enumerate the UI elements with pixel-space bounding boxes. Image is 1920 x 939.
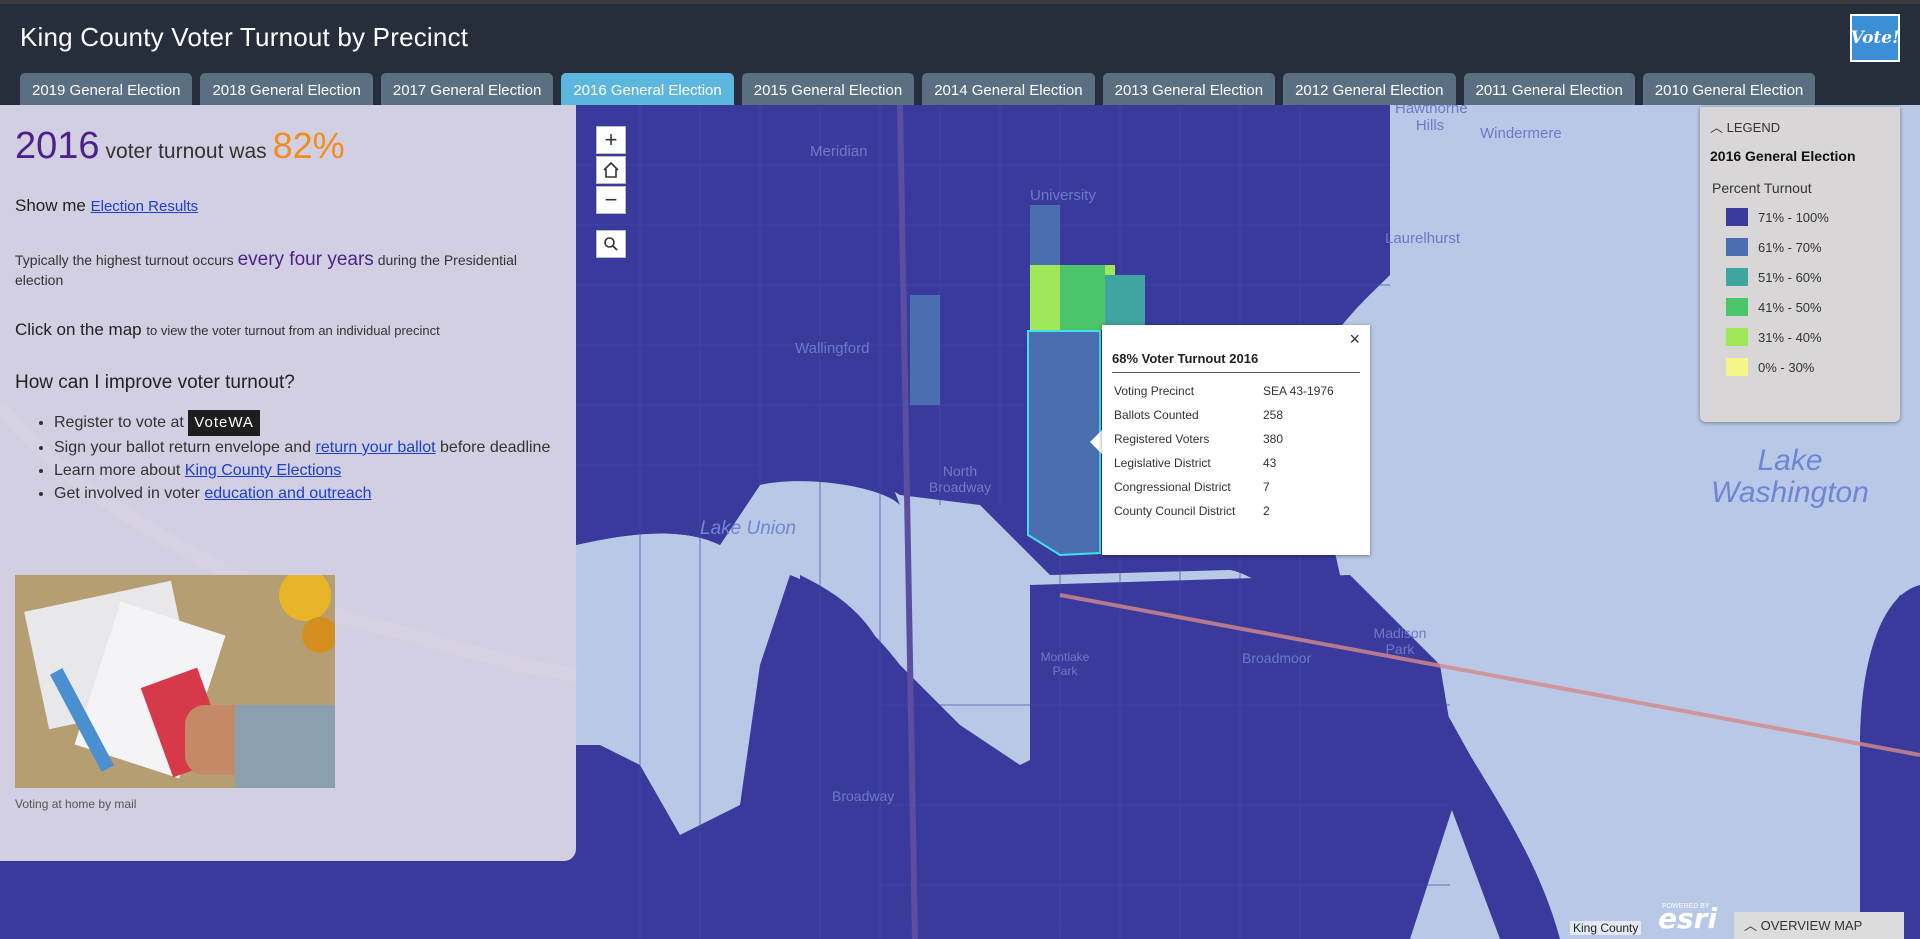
chevron-up-icon: ︿: [1744, 918, 1758, 933]
table-row: Registered Voters 380: [1114, 432, 1284, 446]
home-icon: [603, 161, 619, 178]
precinct-polygon[interactable]: [1060, 265, 1105, 330]
turnout-percent: 82%: [272, 125, 345, 166]
tab-2012[interactable]: 2012 General Election: [1283, 73, 1456, 109]
return-ballot-link[interactable]: return your ballot: [316, 439, 436, 456]
list-item: Get involved in voter education and outr…: [54, 483, 561, 505]
university-label: University: [1030, 187, 1096, 204]
home-button[interactable]: [596, 156, 626, 184]
app-header: King County Voter Turnout by Precinct Vo…: [0, 0, 1920, 109]
legend-header[interactable]: ︿ LEGEND: [1710, 117, 1890, 136]
every-four-years: every four years: [237, 249, 374, 270]
click-map-instructions: Click on the map to view the voter turno…: [15, 320, 440, 339]
montlake-park-label: Montlake Park: [1040, 650, 1090, 678]
table-row: County Council District 2: [1114, 504, 1270, 518]
legend-item: 71% - 100%: [1726, 208, 1890, 226]
turnout-headline: 2016 voter turnout was 82%: [15, 125, 561, 168]
education-outreach-link[interactable]: education and outreach: [204, 485, 371, 502]
close-icon[interactable]: ×: [1349, 329, 1360, 350]
laurelhurst-label: Laurelhurst: [1385, 230, 1461, 247]
map-attribution: King County: [1570, 921, 1642, 935]
north-broadway-label: North Broadway: [928, 463, 992, 495]
page-title: King County Voter Turnout by Precinct: [20, 22, 469, 52]
precinct-polygon[interactable]: [1105, 275, 1145, 330]
election-tabs: 2019 General Election 2018 General Elect…: [20, 73, 1816, 109]
vote-by-mail-photo: [15, 575, 335, 788]
legend-item: 61% - 70%: [1726, 238, 1890, 256]
table-row: Voting Precinct SEA 43-1976: [1114, 384, 1334, 398]
legend-item: 41% - 50%: [1726, 298, 1890, 316]
esri-logo: esri: [1658, 902, 1718, 935]
king-county-elections-link[interactable]: King County Elections: [185, 462, 342, 479]
election-results-link[interactable]: Election Results: [91, 198, 199, 215]
legend-item: 31% - 40%: [1726, 328, 1890, 346]
turnout-text: voter turnout was: [105, 140, 267, 163]
improve-heading: How can I improve voter turnout?: [15, 372, 295, 393]
show-me-label: Show me: [15, 196, 86, 215]
table-row: Ballots Counted 258: [1114, 408, 1284, 422]
wallingford-label: Wallingford: [795, 340, 870, 357]
tab-2014[interactable]: 2014 General Election: [922, 73, 1095, 109]
popup-table: Voting Precinct SEA 43-1976 Ballots Count…: [1112, 379, 1336, 523]
hawthorne-hills-label: Hawthorne Hills: [1395, 105, 1468, 134]
meridian-label: Meridian: [810, 143, 868, 160]
precinct-polygon[interactable]: [910, 295, 940, 405]
zoom-out-button[interactable]: −: [596, 186, 626, 214]
broadmoor-label: Broadmoor: [1242, 650, 1312, 666]
tab-2013[interactable]: 2013 General Election: [1102, 73, 1276, 109]
legend-panel: ︿ LEGEND 2016 General Election Percent T…: [1700, 107, 1900, 422]
legend-item: 0% - 30%: [1726, 358, 1890, 376]
photo-caption: Voting at home by mail: [15, 797, 137, 811]
search-button[interactable]: [596, 230, 626, 258]
windermere-label: Windermere: [1480, 125, 1562, 142]
tab-2018[interactable]: 2018 General Election: [200, 73, 373, 109]
legend-item: 51% - 60%: [1726, 268, 1890, 286]
popup-pointer: [1090, 430, 1102, 454]
votewa-link[interactable]: VoteWA: [188, 410, 260, 436]
table-row: Legislative District 43: [1114, 456, 1277, 470]
typical-turnout-text: Typically the highest turnout occurs eve…: [15, 249, 517, 289]
legend-subtitle: 2016 General Election: [1710, 148, 1856, 164]
list-item: Learn more about King County Elections: [54, 460, 561, 482]
show-me-line: Show me Election Results: [15, 196, 561, 216]
lake-washington-label: Lake Washington: [1711, 444, 1869, 509]
tab-2017[interactable]: 2017 General Election: [380, 73, 554, 109]
tab-2010[interactable]: 2010 General Election: [1642, 73, 1816, 109]
list-item: Sign your ballot return envelope and ret…: [54, 437, 561, 459]
overview-map-toggle[interactable]: ︿ OVERVIEW MAP: [1734, 912, 1904, 939]
madison-park-label: Madison Park: [1373, 625, 1427, 657]
lake-union-label: Lake Union: [700, 518, 797, 539]
list-item: Register to vote at VoteWA: [54, 410, 561, 436]
chevron-up-icon: ︿: [1710, 120, 1724, 135]
broadway-label: Broadway: [832, 788, 895, 804]
zoom-in-button[interactable]: +: [596, 126, 626, 154]
capitol-hill-land: [800, 575, 880, 939]
tab-2011[interactable]: 2011 General Election: [1463, 73, 1635, 109]
table-row: Congressional District 7: [1114, 480, 1270, 494]
tab-2016[interactable]: 2016 General Election: [561, 73, 734, 109]
info-panel: 2016 voter turnout was 82% Show me Elect…: [0, 105, 576, 861]
year-value: 2016: [15, 125, 100, 167]
tab-2015[interactable]: 2015 General Election: [741, 73, 915, 109]
search-icon: [604, 237, 618, 251]
improve-list: Register to vote at VoteWA Sign your bal…: [15, 410, 561, 505]
popup-title: 68% Voter Turnout 2016: [1112, 351, 1360, 373]
precinct-polygon[interactable]: [1030, 205, 1060, 265]
precinct-popup: × 68% Voter Turnout 2016 Voting Precinct…: [1102, 325, 1370, 555]
tab-2019[interactable]: 2019 General Election: [20, 73, 193, 109]
vote-logo: Vote!: [1850, 14, 1900, 62]
legend-field: Percent Turnout: [1712, 180, 1812, 196]
